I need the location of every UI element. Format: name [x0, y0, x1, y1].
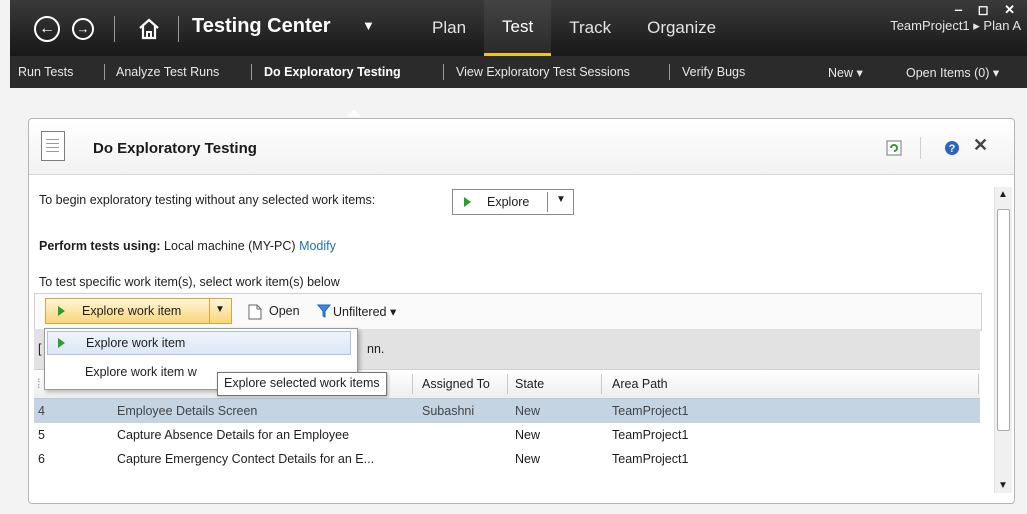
row-area-path: TeamProject1: [612, 452, 689, 466]
row-id: 5: [38, 428, 45, 442]
scroll-down-icon[interactable]: ▼: [998, 480, 1008, 491]
row-state: New: [515, 404, 541, 418]
explore-button[interactable]: Explore ▼: [452, 189, 574, 215]
explore-dropdown-chevron-icon[interactable]: ▼: [556, 194, 566, 205]
home-icon[interactable]: [136, 16, 162, 42]
perform-value: Local machine (MY-PC): [164, 239, 296, 253]
project-breadcrumb[interactable]: TeamProject1 ▸ Plan A: [890, 18, 1021, 34]
row-id: 6: [38, 452, 45, 466]
tab-track[interactable]: Track: [551, 0, 629, 56]
open-document-icon: [248, 304, 262, 320]
explore-work-item-label: Explore work item: [82, 304, 182, 318]
main-tabs: Plan Test Track Organize: [414, 0, 734, 56]
tab-plan[interactable]: Plan: [414, 0, 484, 56]
explore-work-item-button[interactable]: Explore work item ▼: [45, 298, 232, 324]
close-icon[interactable]: ✕: [973, 135, 988, 156]
row-id: 4: [38, 404, 45, 418]
app-title: Testing Center: [192, 15, 331, 37]
refresh-icon[interactable]: [886, 140, 902, 156]
title-bar: ← → Testing Center ▼ Plan Test Track Org…: [10, 0, 1027, 88]
sub-navigation: Run Tests Analyze Test Runs Do Explorato…: [10, 56, 1027, 88]
menu-item-label: Explore work item: [86, 336, 186, 350]
divider: [251, 64, 252, 80]
filter-icon: [317, 304, 331, 318]
filter-dropdown[interactable]: Unfiltered ▾: [333, 304, 396, 319]
table-row[interactable]: 5 Capture Absence Details for an Employe…: [34, 423, 980, 447]
tab-organize[interactable]: Organize: [629, 0, 734, 56]
tooltip: Explore selected work items: [217, 372, 387, 396]
play-icon: [58, 306, 65, 316]
tab-test[interactable]: Test: [484, 0, 552, 56]
document-icon: [41, 131, 65, 161]
new-menu[interactable]: New ▾: [828, 65, 863, 80]
subnav-analyze-test-runs[interactable]: Analyze Test Runs: [116, 65, 219, 79]
perform-tests-line: Perform tests using: Local machine (MY-P…: [39, 239, 336, 253]
scrollbar-thumb[interactable]: [997, 209, 1010, 431]
vertical-scrollbar[interactable]: ▲ ▼: [994, 187, 1012, 493]
testing-center-window: ← → Testing Center ▼ Plan Test Track Org…: [10, 0, 1027, 514]
divider: [178, 16, 179, 42]
row-assigned-to: Subashni: [422, 404, 475, 418]
explore-label: Explore: [487, 195, 530, 209]
perform-label: Perform tests using:: [39, 239, 161, 253]
divider: [443, 64, 444, 80]
column-area-path[interactable]: Area Path: [612, 377, 668, 391]
begin-instructions: To begin exploratory testing without any…: [39, 193, 376, 207]
panel-title: Do Exploratory Testing: [93, 140, 257, 157]
play-icon: [464, 197, 471, 207]
row-title: Capture Absence Details for an Employee: [117, 428, 350, 442]
panel-header: Do Exploratory Testing ? ✕: [29, 119, 1014, 175]
app-menu-chevron-icon[interactable]: ▼: [362, 18, 375, 33]
divider: [920, 137, 921, 159]
play-icon: [58, 338, 65, 348]
row-state: New: [515, 452, 541, 466]
table-row[interactable]: 6 Capture Emergency Contect Details for …: [34, 447, 980, 471]
menu-item-explore-work-item-with[interactable]: Explore work item w: [85, 365, 197, 379]
divider: [104, 64, 105, 80]
chevron-down-icon[interactable]: ▼: [215, 304, 225, 315]
scroll-up-icon[interactable]: ▲: [998, 189, 1008, 200]
divider: [669, 64, 670, 80]
row-area-path: TeamProject1: [612, 404, 689, 418]
row-state: New: [515, 428, 541, 442]
subnav-view-exploratory-sessions[interactable]: View Exploratory Test Sessions: [456, 65, 630, 79]
active-subnav-pointer: [347, 110, 361, 117]
exploratory-testing-panel: Do Exploratory Testing ? ✕ To begin expl…: [28, 118, 1015, 504]
forward-arrow-icon[interactable]: →: [72, 18, 94, 40]
subnav-verify-bugs[interactable]: Verify Bugs: [682, 65, 745, 79]
subnav-do-exploratory-testing[interactable]: Do Exploratory Testing: [264, 65, 401, 79]
divider: [114, 16, 115, 42]
open-button[interactable]: Open: [269, 304, 300, 318]
open-items-menu[interactable]: Open Items (0) ▾: [906, 65, 999, 80]
subnav-run-tests[interactable]: Run Tests: [18, 65, 73, 79]
column-state[interactable]: State: [515, 377, 544, 391]
row-title: Employee Details Screen: [117, 404, 258, 418]
work-item-toolbar: Explore work item ▼ Open Unfiltered ▾: [34, 293, 982, 331]
top-navigation-bar: ← → Testing Center ▼ Plan Test Track Org…: [10, 0, 1027, 56]
row-title: Capture Emergency Contect Details for an…: [117, 452, 375, 466]
column-assigned-to[interactable]: Assigned To: [422, 377, 490, 391]
window-controls[interactable]: ‒ ◻ ✕: [955, 2, 1021, 18]
row-area-path: TeamProject1: [612, 428, 689, 442]
group-by-text: nn.: [367, 342, 385, 356]
svg-text:?: ?: [949, 143, 956, 155]
help-icon[interactable]: ?: [944, 140, 960, 156]
modify-link[interactable]: Modify: [299, 239, 336, 253]
table-row[interactable]: 4 Employee Details Screen Subashni New T…: [34, 399, 980, 423]
specific-items-instructions: To test specific work item(s), select wo…: [39, 275, 340, 289]
back-arrow-icon[interactable]: ←: [34, 16, 60, 42]
menu-item-explore-work-item[interactable]: Explore work item: [47, 331, 351, 355]
